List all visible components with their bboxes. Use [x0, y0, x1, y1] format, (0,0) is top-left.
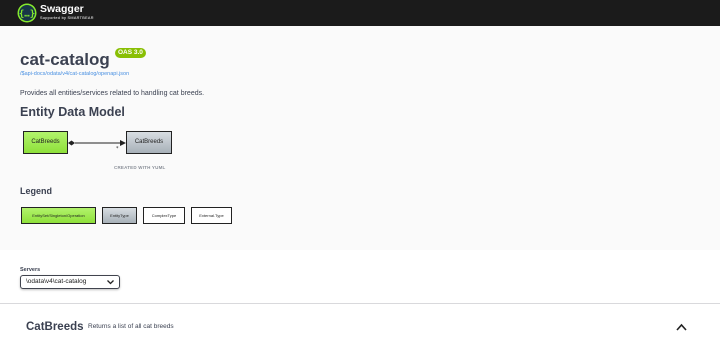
legend-entity-set: EntitySet/Singleton/Operation [21, 207, 96, 224]
servers-label: Servers [20, 267, 41, 273]
brand-tagline: Supported by SMARTBEAR [40, 16, 94, 20]
servers-selected-value: \odata\v4\cat-catalog [26, 278, 87, 285]
svg-text:{…}: {…} [19, 10, 35, 20]
legend-external-type: External.Type [191, 207, 232, 224]
entity-model-heading: Entity Data Model [20, 105, 125, 119]
oas-version-badge: OAS 3.0 [115, 48, 146, 58]
chevron-down-icon [107, 280, 114, 285]
diagram-entity-type: CatBreeds [126, 131, 172, 154]
legend-complex-type: ComplexType [143, 207, 185, 224]
diagram-footer: CREATED WITH YUML [114, 165, 166, 170]
spec-url-link[interactable]: /$api-docs/odata/v4/cat-catalog/openapi.… [20, 71, 129, 78]
diagram-entity-set: CatBreeds [23, 131, 68, 154]
multiplicity-label: * [116, 146, 119, 151]
brand-name[interactable]: Swagger [40, 4, 84, 15]
swagger-logo-icon[interactable]: {…} [17, 3, 37, 23]
tag-description: Returns a list of all cat breeds [88, 323, 174, 330]
servers-select[interactable]: \odata\v4\cat-catalog [20, 275, 120, 289]
topbar: {…} Swagger Supported by SMARTBEAR [0, 0, 720, 26]
chevron-up-icon[interactable] [676, 323, 687, 331]
tag-name[interactable]: CatBreeds [26, 320, 84, 334]
section-divider [0, 303, 720, 304]
legend-entity-type: EntityType [102, 207, 137, 224]
api-title: cat-catalog [20, 50, 110, 69]
association-arrow: * [68, 140, 126, 151]
legend-heading: Legend [20, 186, 53, 196]
api-description: Provides all entities/services related t… [20, 90, 205, 97]
